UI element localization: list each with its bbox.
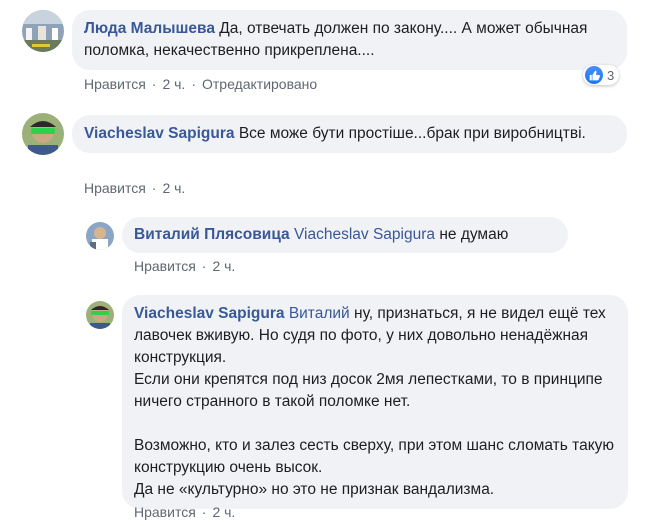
reply-paragraph: Да не «культурно» но это не признак ванд… bbox=[134, 481, 495, 498]
edited-label: Отредактировано bbox=[201, 76, 318, 92]
comment-author[interactable]: Люда Малышева bbox=[84, 20, 215, 37]
avatar[interactable] bbox=[22, 113, 64, 155]
comment-author[interactable]: Viacheslav Sapigura bbox=[84, 125, 235, 142]
timestamp[interactable]: 2 ч. bbox=[212, 504, 235, 520]
like-link[interactable]: Нравится bbox=[84, 180, 146, 196]
comment-bubble: Viacheslav Sapigura Все може бути прості… bbox=[72, 115, 627, 153]
reply-mention[interactable]: Виталий bbox=[289, 305, 350, 322]
reply-mention[interactable]: Viacheslav Sapigura bbox=[294, 226, 435, 243]
avatar[interactable] bbox=[22, 10, 64, 52]
reply-paragraph: Возможно, кто и залез сесть сверху, при … bbox=[134, 437, 615, 476]
avatar[interactable] bbox=[86, 222, 114, 250]
like-link[interactable]: Нравится bbox=[134, 258, 196, 274]
timestamp[interactable]: 2 ч. bbox=[162, 76, 185, 92]
reply-paragraph: Если они крепятся под низ досок 2мя лепе… bbox=[134, 371, 603, 410]
timestamp[interactable]: 2 ч. bbox=[212, 258, 235, 274]
reply-bubble: Виталий Плясовица Viacheslav Sapigura не… bbox=[122, 217, 568, 253]
comment-text: Все може бути простіше...брак при виробн… bbox=[238, 125, 586, 142]
reply-text: не думаю bbox=[439, 226, 509, 243]
reactions-count[interactable]: 3 bbox=[583, 65, 620, 85]
reply-bubble: Viacheslav Sapigura Виталий ну, признать… bbox=[122, 295, 628, 509]
like-link[interactable]: Нравится bbox=[84, 76, 146, 92]
comment-bubble: Люда Малышева Да, отвечать должен по зак… bbox=[72, 10, 627, 70]
reactions-number: 3 bbox=[607, 67, 615, 83]
comment-meta: Нравится · 2 ч. bbox=[84, 180, 186, 196]
reply-author[interactable]: Виталий Плясовица bbox=[134, 226, 290, 243]
comment-meta: Нравится · 2 ч. · Отредактировано bbox=[84, 76, 318, 92]
timestamp[interactable]: 2 ч. bbox=[162, 180, 185, 196]
reply-author[interactable]: Viacheslav Sapigura bbox=[134, 305, 285, 322]
avatar[interactable] bbox=[86, 301, 114, 329]
reply-paragraph: Viacheslav Sapigura Виталий ну, признать… bbox=[134, 303, 616, 369]
like-link[interactable]: Нравится bbox=[134, 504, 196, 520]
reply-meta: Нравится · 2 ч. bbox=[134, 504, 236, 520]
like-reaction-icon bbox=[585, 66, 603, 84]
reply-meta: Нравится · 2 ч. bbox=[134, 258, 236, 274]
